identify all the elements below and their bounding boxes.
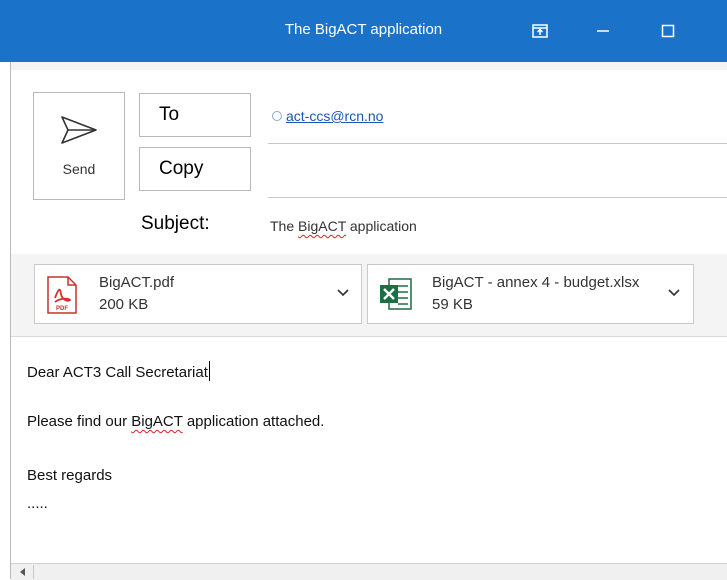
- subject-text-end: application: [346, 218, 417, 234]
- subject-misspelled-word: BigACT: [298, 218, 346, 234]
- message-body-line[interactable]: .....: [27, 495, 48, 512]
- attachment-pdf[interactable]: PDF BigACT.pdf 200 KB: [34, 264, 362, 324]
- attachment-size: 200 KB: [99, 296, 149, 313]
- restore-icon: [532, 24, 548, 38]
- send-icon: [61, 116, 97, 144]
- title-bar: The BigACT application: [0, 0, 727, 62]
- maximize-icon: [661, 24, 675, 38]
- to-recipient-address[interactable]: act-ccs@rcn.no: [286, 108, 383, 124]
- body-text-end: application attached.: [182, 413, 325, 430]
- horizontal-scrollbar[interactable]: [11, 563, 727, 580]
- presence-icon: [272, 111, 282, 121]
- scroll-left-button[interactable]: [13, 565, 34, 579]
- close-button[interactable]: [704, 14, 727, 48]
- send-label: Send: [62, 161, 96, 177]
- ribbon-separator: [10, 62, 727, 70]
- arrow-left-icon: [20, 568, 25, 576]
- copy-button[interactable]: Copy: [139, 147, 251, 191]
- message-body-line[interactable]: Best regards: [27, 467, 112, 484]
- misspelled-word: BigACT: [131, 413, 183, 430]
- subject-label: Subject:: [141, 213, 210, 234]
- copy-field[interactable]: [268, 197, 727, 198]
- to-recipient[interactable]: act-ccs@rcn.no: [272, 108, 383, 124]
- to-button[interactable]: To: [139, 93, 251, 137]
- attachment-name: BigACT - annex 4 - budget.xlsx: [432, 274, 640, 291]
- restore-button[interactable]: [520, 14, 560, 48]
- subject-field[interactable]: The BigACT application: [270, 218, 417, 234]
- message-body-line[interactable]: Dear ACT3 Call Secretariat: [27, 361, 210, 381]
- message-body-line[interactable]: Please find our BigACT application attac…: [27, 413, 324, 430]
- subject-text: The: [270, 218, 299, 234]
- svg-text:PDF: PDF: [56, 306, 68, 312]
- text-caret: [208, 361, 210, 381]
- minimize-icon: [597, 30, 609, 32]
- to-field[interactable]: [268, 143, 727, 144]
- pdf-icon: PDF: [47, 276, 77, 314]
- chevron-down-icon[interactable]: [668, 289, 680, 297]
- send-button[interactable]: Send: [33, 92, 125, 200]
- body-text: Please find our: [27, 413, 132, 430]
- attachment-name: BigACT.pdf: [99, 274, 175, 291]
- minimize-button[interactable]: [583, 14, 623, 48]
- attachment-xlsx[interactable]: BigACT - annex 4 - budget.xlsx 59 KB: [367, 264, 694, 324]
- maximize-button[interactable]: [648, 14, 688, 48]
- attachment-size: 59 KB: [432, 296, 473, 313]
- excel-icon: [380, 278, 412, 310]
- greeting-text: Dear ACT3 Call Secretariat: [27, 364, 208, 381]
- chevron-down-icon[interactable]: [337, 289, 349, 297]
